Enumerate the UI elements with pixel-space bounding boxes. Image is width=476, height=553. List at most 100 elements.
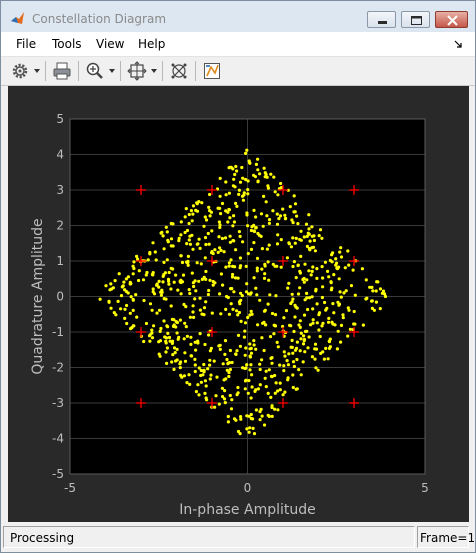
received-point: [239, 319, 243, 323]
received-point: [263, 175, 267, 179]
received-point: [250, 225, 254, 229]
received-point: [287, 352, 291, 356]
received-point: [231, 264, 235, 268]
received-point: [376, 280, 380, 284]
toolbar-separator: [195, 61, 196, 81]
received-point: [252, 276, 256, 280]
received-point: [203, 215, 207, 219]
received-point: [132, 260, 136, 264]
zoom-in-icon[interactable]: [85, 61, 105, 81]
status-text: Processing: [10, 531, 75, 545]
received-point: [224, 209, 228, 213]
minimize-button[interactable]: [367, 11, 396, 28]
received-point: [253, 175, 257, 179]
received-point: [181, 273, 186, 277]
received-point: [290, 292, 294, 296]
received-point: [266, 260, 270, 264]
reference-constellation-icon[interactable]: [169, 61, 189, 81]
received-point: [270, 356, 274, 360]
received-point: [218, 246, 222, 250]
close-button[interactable]: [435, 11, 468, 28]
received-point: [131, 297, 135, 302]
received-point: [245, 282, 249, 286]
menu-view[interactable]: View: [96, 37, 124, 51]
received-point: [224, 377, 228, 381]
received-point: [295, 306, 299, 310]
menu-help[interactable]: Help: [138, 37, 165, 51]
fit-dropdown-arrow-icon[interactable]: [151, 69, 157, 73]
received-point: [282, 369, 286, 373]
received-point: [295, 340, 299, 344]
received-point: [249, 228, 253, 233]
received-point: [240, 294, 244, 298]
dock-arrow-icon[interactable]: [453, 39, 463, 49]
received-point: [329, 281, 333, 285]
received-point: [256, 323, 260, 327]
received-point: [198, 332, 202, 336]
measurements-icon[interactable]: [202, 61, 222, 81]
received-point: [224, 180, 228, 184]
gear-dropdown-arrow-icon[interactable]: [34, 69, 40, 73]
received-point: [256, 157, 260, 161]
zoom-dropdown-arrow-icon[interactable]: [109, 69, 115, 73]
received-point: [172, 367, 176, 371]
received-point: [243, 353, 247, 357]
received-point: [273, 373, 277, 378]
received-point: [209, 210, 213, 214]
received-point: [321, 285, 325, 289]
received-point: [164, 336, 169, 340]
received-point: [152, 324, 156, 328]
received-point: [220, 386, 224, 390]
received-point: [306, 346, 310, 350]
received-point: [199, 262, 203, 266]
received-point: [98, 297, 102, 301]
received-point: [234, 248, 238, 252]
received-point: [207, 333, 211, 337]
received-point: [169, 237, 174, 241]
received-point: [258, 383, 262, 387]
received-point: [315, 276, 319, 280]
gear-icon[interactable]: [10, 61, 30, 81]
received-point: [295, 214, 299, 218]
plot-area: -5 -4 -3 -2 -1 0 1 2 3 4 5 -5 0 5 In-phase Amplitude …: [8, 86, 469, 522]
received-point: [258, 172, 262, 176]
received-point: [169, 287, 173, 291]
received-point: [209, 346, 213, 350]
received-point: [176, 337, 180, 341]
received-point: [208, 214, 212, 218]
close-icon: [447, 15, 458, 26]
received-point: [264, 385, 268, 389]
received-point: [262, 348, 266, 353]
received-point: [224, 265, 228, 269]
maximize-button[interactable]: [401, 11, 430, 28]
received-point: [331, 251, 335, 255]
received-point: [203, 236, 208, 240]
toolbar: [1, 56, 475, 86]
received-point: [187, 373, 191, 377]
received-point: [312, 234, 316, 238]
received-point: [188, 291, 192, 296]
fit-axes-icon[interactable]: [127, 61, 147, 81]
print-icon[interactable]: [52, 61, 72, 81]
received-point: [230, 275, 235, 279]
received-point: [333, 323, 337, 327]
received-point: [287, 281, 291, 285]
menu-tools[interactable]: Tools: [52, 37, 82, 51]
received-point: [309, 273, 313, 277]
received-point: [296, 292, 301, 296]
received-point: [201, 373, 205, 377]
received-point: [191, 204, 196, 208]
received-point: [272, 175, 276, 179]
menu-file[interactable]: File: [16, 37, 36, 51]
received-point: [282, 364, 286, 368]
constellation-plot[interactable]: -5-4-3-2-1012345-5 0 5 In-phase Amplitude …: [8, 86, 469, 522]
received-point: [217, 220, 221, 224]
received-point: [216, 250, 220, 254]
received-point: [274, 294, 278, 298]
received-point: [246, 315, 250, 320]
x-tick-label: 0: [244, 481, 252, 495]
received-point: [208, 377, 212, 381]
received-point: [308, 239, 312, 243]
received-point: [294, 387, 298, 391]
received-point: [296, 222, 300, 226]
